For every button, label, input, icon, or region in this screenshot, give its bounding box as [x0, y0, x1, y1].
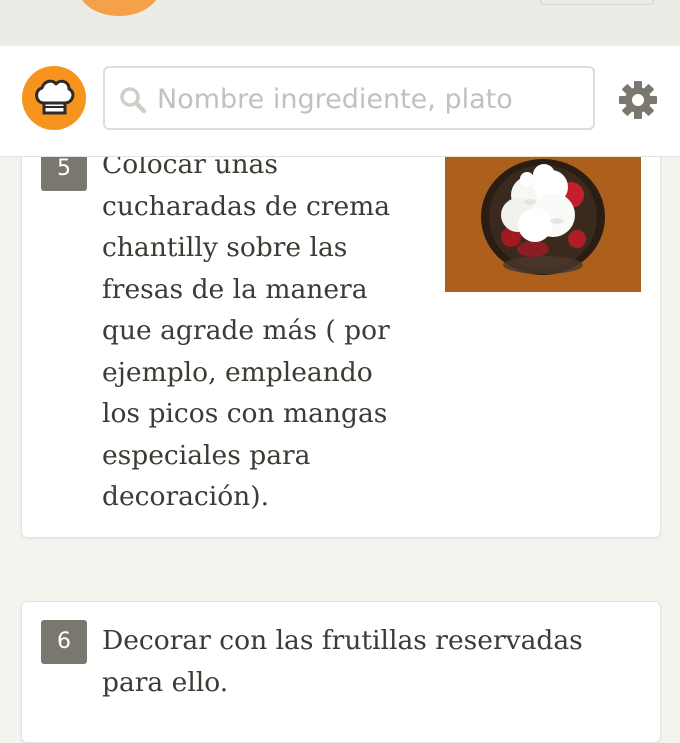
step-number-badge: 6 [41, 620, 87, 664]
logo-partial [78, 0, 160, 16]
strawberry-cream-dessert-photo [445, 157, 641, 292]
step-photo[interactable] [445, 157, 641, 292]
header-control-partial [540, 0, 654, 5]
step-card: 5 Colocar unas cucharadas de crema chant… [21, 120, 661, 538]
chef-hat-icon [35, 79, 75, 115]
search-box[interactable] [103, 66, 595, 130]
step-description: Decorar con las frutillas reservadas par… [102, 625, 583, 698]
step-card: 6 Decorar con las frutillas reservadas p… [21, 601, 661, 743]
search-icon [120, 87, 147, 114]
settings-button[interactable] [617, 79, 659, 125]
home-logo-button[interactable] [22, 66, 86, 130]
step-description: Colocar unas cucharadas de crema chantil… [102, 149, 391, 512]
app-header [0, 46, 680, 157]
search-input[interactable] [157, 80, 577, 118]
gear-icon [619, 81, 657, 119]
previous-header-strip [0, 0, 680, 46]
